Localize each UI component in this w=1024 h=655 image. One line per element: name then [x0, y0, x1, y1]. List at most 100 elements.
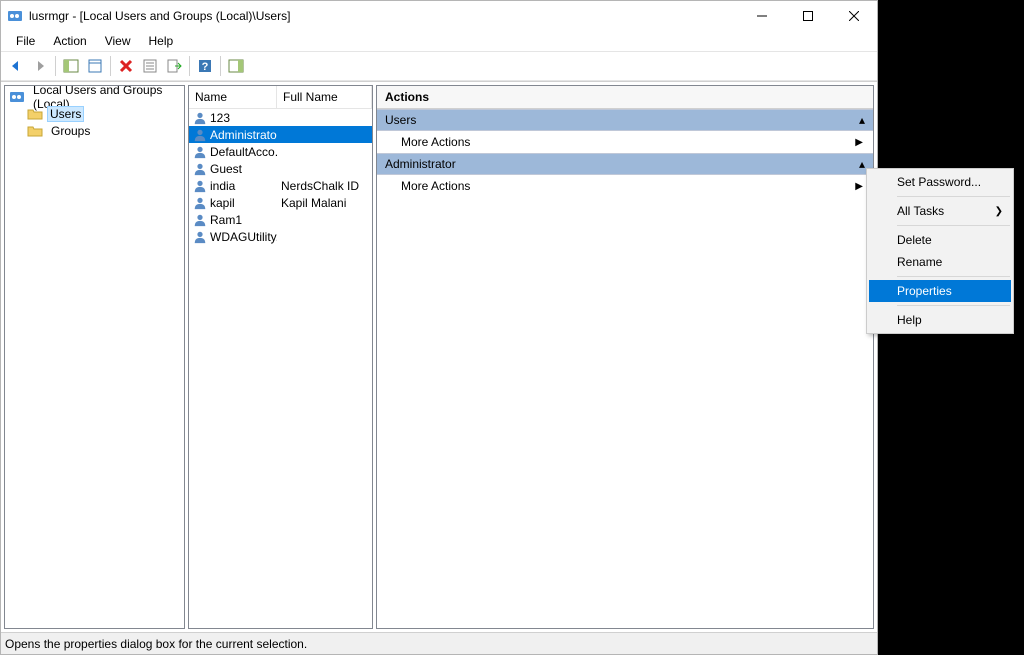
- list-row[interactable]: Guest: [189, 160, 372, 177]
- show-hide-tree-button[interactable]: [60, 55, 82, 77]
- tree: Local Users and Groups (Local) Users Gro…: [5, 86, 184, 628]
- app-icon: [7, 8, 23, 24]
- window-title: lusrmgr - [Local Users and Groups (Local…: [29, 9, 739, 23]
- titlebar: lusrmgr - [Local Users and Groups (Local…: [1, 1, 877, 31]
- maximize-button[interactable]: [785, 1, 831, 31]
- toolbar-separator: [189, 56, 190, 76]
- minimize-button[interactable]: [739, 1, 785, 31]
- show-hide-action-pane-button[interactable]: [225, 55, 247, 77]
- cell-name-text: WDAGUtility...: [210, 230, 277, 244]
- cell-name: Ram1: [189, 213, 277, 227]
- folder-icon: [27, 106, 43, 122]
- cell-name: india: [189, 179, 277, 193]
- user-icon: [193, 179, 207, 193]
- column-header-fullname[interactable]: Full Name: [277, 86, 372, 108]
- actions-section-users-label: Users: [385, 113, 416, 127]
- list-body: 123AdministratorDefaultAcco...Guestindia…: [189, 109, 372, 611]
- menu-separator: [897, 196, 1010, 197]
- ctx-delete-label: Delete: [897, 233, 932, 247]
- ctx-all-tasks[interactable]: All Tasks ❯: [869, 200, 1011, 222]
- actions-more-label: More Actions: [401, 179, 470, 193]
- menu-view[interactable]: View: [96, 32, 140, 50]
- menu-separator: [897, 305, 1010, 306]
- content-area: Local Users and Groups (Local) Users Gro…: [1, 81, 877, 632]
- menubar: File Action View Help: [1, 31, 877, 51]
- svg-text:?: ?: [202, 61, 209, 73]
- cell-name-text: 123: [210, 111, 230, 125]
- actions-section-admin[interactable]: Administrator ▴: [377, 153, 873, 175]
- list-row[interactable]: WDAGUtility...: [189, 228, 372, 245]
- cell-name-text: Guest: [210, 162, 242, 176]
- menu-separator: [897, 225, 1010, 226]
- list-row[interactable]: Ram1: [189, 211, 372, 228]
- context-menu: Set Password... All Tasks ❯ Delete Renam…: [866, 168, 1014, 334]
- cell-fullname: Kapil Malani: [277, 196, 372, 210]
- user-icon: [193, 213, 207, 227]
- cell-name-text: india: [210, 179, 235, 193]
- tree-root[interactable]: Local Users and Groups (Local): [7, 88, 182, 105]
- actions-more-label: More Actions: [401, 135, 470, 149]
- cell-name-text: Administrator: [210, 128, 277, 142]
- ctx-all-tasks-label: All Tasks: [897, 204, 944, 218]
- actions-more-admin[interactable]: More Actions ▶: [377, 175, 873, 197]
- tree-item-groups[interactable]: Groups: [7, 122, 182, 139]
- back-button[interactable]: [5, 55, 27, 77]
- user-icon: [193, 196, 207, 210]
- toolbar: ?: [1, 51, 877, 81]
- list-row[interactable]: kapilKapil Malani: [189, 194, 372, 211]
- main-window: lusrmgr - [Local Users and Groups (Local…: [0, 0, 878, 655]
- tree-groups-label: Groups: [47, 123, 94, 139]
- delete-button[interactable]: [115, 55, 137, 77]
- submenu-arrow-icon: ▶: [855, 137, 863, 148]
- cell-name: Administrator: [189, 128, 277, 142]
- actions-title: Actions: [377, 86, 873, 109]
- chevron-up-icon: ▴: [859, 113, 865, 127]
- horizontal-scrollbar[interactable]: [189, 611, 372, 628]
- menu-help[interactable]: Help: [140, 32, 183, 50]
- tree-pane: Local Users and Groups (Local) Users Gro…: [4, 85, 185, 629]
- cell-name: DefaultAcco...: [189, 145, 277, 159]
- ctx-help[interactable]: Help: [869, 309, 1011, 331]
- list-row[interactable]: Administrator: [189, 126, 372, 143]
- properties-sheet-button[interactable]: [139, 55, 161, 77]
- submenu-arrow-icon: ❯: [995, 206, 1003, 217]
- tree-users-label: Users: [47, 106, 84, 122]
- ctx-properties[interactable]: Properties: [869, 280, 1011, 302]
- toolbar-separator: [220, 56, 221, 76]
- menu-action[interactable]: Action: [44, 32, 95, 50]
- user-icon: [193, 111, 207, 125]
- close-button[interactable]: [831, 1, 877, 31]
- cell-name-text: Ram1: [210, 213, 242, 227]
- menu-file[interactable]: File: [7, 32, 44, 50]
- forward-button[interactable]: [29, 55, 51, 77]
- properties-button[interactable]: [84, 55, 106, 77]
- user-icon: [193, 230, 207, 244]
- list-row[interactable]: DefaultAcco...: [189, 143, 372, 160]
- chevron-up-icon: ▴: [859, 157, 865, 171]
- export-button[interactable]: [163, 55, 185, 77]
- user-icon: [193, 128, 207, 142]
- statusbar-text: Opens the properties dialog box for the …: [5, 637, 307, 651]
- ctx-properties-label: Properties: [897, 284, 952, 298]
- cell-name: Guest: [189, 162, 277, 176]
- actions-pane: Actions Users ▴ More Actions ▶ Administr…: [376, 85, 874, 629]
- ctx-delete[interactable]: Delete: [869, 229, 1011, 251]
- actions-section-users[interactable]: Users ▴: [377, 109, 873, 131]
- list-pane: Name Full Name 123 Administrator DefaultAc…: [188, 85, 373, 629]
- ctx-set-password[interactable]: Set Password...: [869, 171, 1011, 193]
- toolbar-separator: [55, 56, 56, 76]
- ctx-rename[interactable]: Rename: [869, 251, 1011, 273]
- statusbar: Opens the properties dialog box for the …: [1, 632, 877, 654]
- list-row[interactable]: indiaNerdsChalk ID: [189, 177, 372, 194]
- list-header: Name Full Name: [189, 86, 372, 109]
- help-button[interactable]: ?: [194, 55, 216, 77]
- list-row[interactable]: 123: [189, 109, 372, 126]
- folder-icon: [27, 123, 43, 139]
- cell-name: WDAGUtility...: [189, 230, 277, 244]
- submenu-arrow-icon: ▶: [855, 181, 863, 192]
- column-header-name[interactable]: Name: [189, 86, 277, 108]
- cell-name: kapil: [189, 196, 277, 210]
- actions-section-admin-label: Administrator: [385, 157, 456, 171]
- cell-name: 123: [189, 111, 277, 125]
- actions-more-users[interactable]: More Actions ▶: [377, 131, 873, 153]
